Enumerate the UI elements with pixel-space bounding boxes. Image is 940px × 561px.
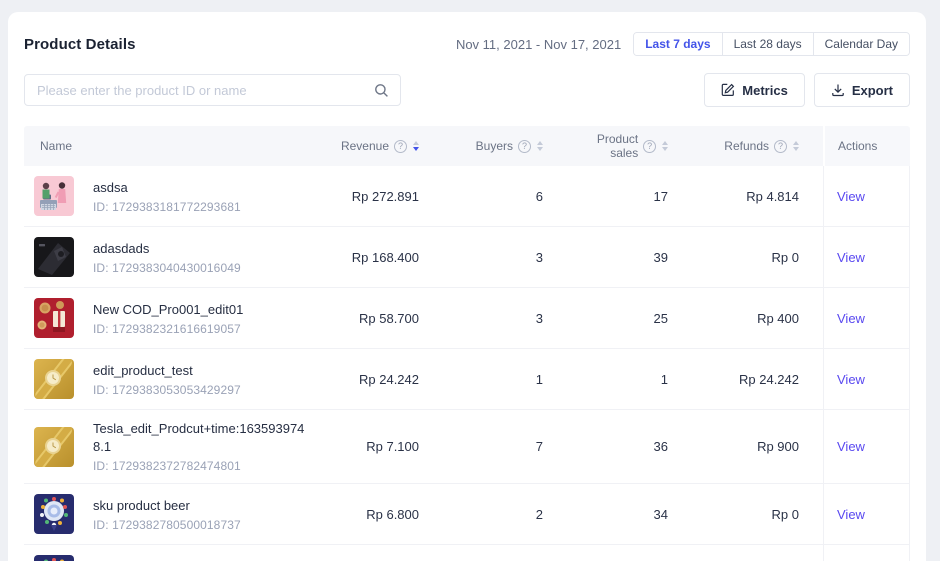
product-sales-value: 17 (567, 166, 692, 227)
product-id: ID: 1729383053053429297 (93, 383, 241, 397)
table-row: sku product beer ID: 1729382780500018737… (24, 484, 910, 545)
product-thumbnail (34, 359, 74, 399)
sort-control[interactable] (413, 141, 419, 151)
product-sales-value: 36 (567, 410, 692, 484)
buyers-value: 2 (443, 484, 567, 545)
product-thumbnail (34, 494, 74, 534)
info-icon[interactable]: ? (643, 140, 656, 153)
refunds-value: Rp 0 (692, 545, 823, 561)
column-header-buyers[interactable]: Buyers ? (443, 126, 567, 166)
edit-icon (721, 83, 735, 97)
search-icon[interactable] (374, 83, 389, 98)
table-header-row: Name Revenue ? Buyers ? (24, 126, 910, 166)
info-icon[interactable]: ? (774, 140, 787, 153)
refunds-value: Rp 400 (692, 288, 823, 349)
range-option-last-7-days[interactable]: Last 7 days (634, 33, 721, 55)
product-id: ID: 1729382372782474801 (93, 459, 309, 473)
product-name: sku product beer (93, 497, 241, 515)
column-header-actions: Actions (823, 126, 910, 166)
sort-control[interactable] (793, 141, 799, 151)
revenue-value: Rp 58.700 (313, 288, 443, 349)
product-sales-value: 39 (567, 227, 692, 288)
revenue-value: Rp 272.891 (313, 166, 443, 227)
revenue-value: Rp 168.400 (313, 227, 443, 288)
products-table: Name Revenue ? Buyers ? (24, 126, 910, 561)
product-name: 100 sku new 555 (93, 558, 241, 561)
table-row: edit_product_test ID: 172938305305342929… (24, 349, 910, 410)
product-sales-value: 2 (567, 545, 692, 561)
info-icon[interactable]: ? (394, 140, 407, 153)
range-option-calendar-day[interactable]: Calendar Day (813, 33, 909, 55)
product-name: New COD_Pro001_edit01 (93, 301, 243, 319)
metrics-button-label: Metrics (742, 83, 788, 98)
product-name: Tesla_edit_Prodcut+time:1635939748.1 (93, 420, 309, 456)
metrics-button[interactable]: Metrics (704, 73, 805, 107)
product-thumbnail (34, 298, 74, 338)
buyers-value: 6 (443, 166, 567, 227)
sort-control[interactable] (537, 141, 543, 151)
revenue-value: Rp 7.100 (313, 410, 443, 484)
card-header: Product Details Nov 11, 2021 - Nov 17, 2… (8, 12, 926, 56)
search-input[interactable] (25, 75, 400, 105)
view-link[interactable]: View (837, 250, 865, 265)
view-link[interactable]: View (837, 372, 865, 387)
refunds-value: Rp 0 (692, 227, 823, 288)
table-row: New COD_Pro001_edit01 ID: 17293823216166… (24, 288, 910, 349)
product-sales-value: 1 (567, 349, 692, 410)
toolbar: Metrics Export (8, 73, 926, 107)
refunds-value: Rp 4.814 (692, 166, 823, 227)
buyers-value: 1 (443, 545, 567, 561)
product-sales-value: 34 (567, 484, 692, 545)
buyers-value: 3 (443, 288, 567, 349)
download-icon (831, 83, 845, 97)
table-row: Tesla_edit_Prodcut+time:1635939748.1 ID:… (24, 410, 910, 484)
products-table-wrap: Name Revenue ? Buyers ? (24, 126, 910, 561)
product-name: asdsa (93, 179, 241, 197)
product-thumbnail (34, 237, 74, 277)
buyers-value: 7 (443, 410, 567, 484)
export-button[interactable]: Export (814, 73, 910, 107)
buyers-value: 1 (443, 349, 567, 410)
revenue-value: Rp 6.800 (313, 484, 443, 545)
sort-control[interactable] (662, 141, 668, 151)
refunds-value: Rp 0 (692, 484, 823, 545)
table-row: asdsa ID: 1729383181772293681 Rp 272.891… (24, 166, 910, 227)
revenue-value: Rp 4.688 (313, 545, 443, 561)
revenue-value: Rp 24.242 (313, 349, 443, 410)
page-title: Product Details (24, 36, 136, 53)
column-header-revenue[interactable]: Revenue ? (313, 126, 443, 166)
view-link[interactable]: View (837, 311, 865, 326)
view-link[interactable]: View (837, 507, 865, 522)
product-details-card: Product Details Nov 11, 2021 - Nov 17, 2… (8, 12, 926, 561)
date-range-segmented: Last 7 daysLast 28 daysCalendar Day (633, 32, 910, 56)
product-id: ID: 1729382321616619057 (93, 322, 243, 336)
refunds-value: Rp 24.242 (692, 349, 823, 410)
table-row: 100 sku new 555 ID: 1729382780500018745 … (24, 545, 910, 561)
column-header-name: Name (24, 126, 313, 166)
column-header-refunds[interactable]: Refunds ? (692, 126, 823, 166)
table-row: adasdads ID: 1729383040430016049 Rp 168.… (24, 227, 910, 288)
product-name: adasdads (93, 240, 241, 258)
product-id: ID: 1729383181772293681 (93, 200, 241, 214)
export-button-label: Export (852, 83, 893, 98)
product-thumbnail (34, 176, 74, 216)
date-range-label: Nov 11, 2021 - Nov 17, 2021 (456, 37, 621, 52)
buyers-value: 3 (443, 227, 567, 288)
info-icon[interactable]: ? (518, 140, 531, 153)
product-name: edit_product_test (93, 362, 241, 380)
column-header-product-sales[interactable]: Product sales ? (567, 126, 692, 166)
view-link[interactable]: View (837, 439, 865, 454)
product-thumbnail (34, 555, 74, 561)
refunds-value: Rp 900 (692, 410, 823, 484)
product-id: ID: 1729382780500018737 (93, 518, 241, 532)
product-thumbnail (34, 427, 74, 467)
view-link[interactable]: View (837, 189, 865, 204)
product-id: ID: 1729383040430016049 (93, 261, 241, 275)
search-box[interactable] (24, 74, 401, 106)
range-option-last-28-days[interactable]: Last 28 days (722, 33, 813, 55)
product-sales-value: 25 (567, 288, 692, 349)
